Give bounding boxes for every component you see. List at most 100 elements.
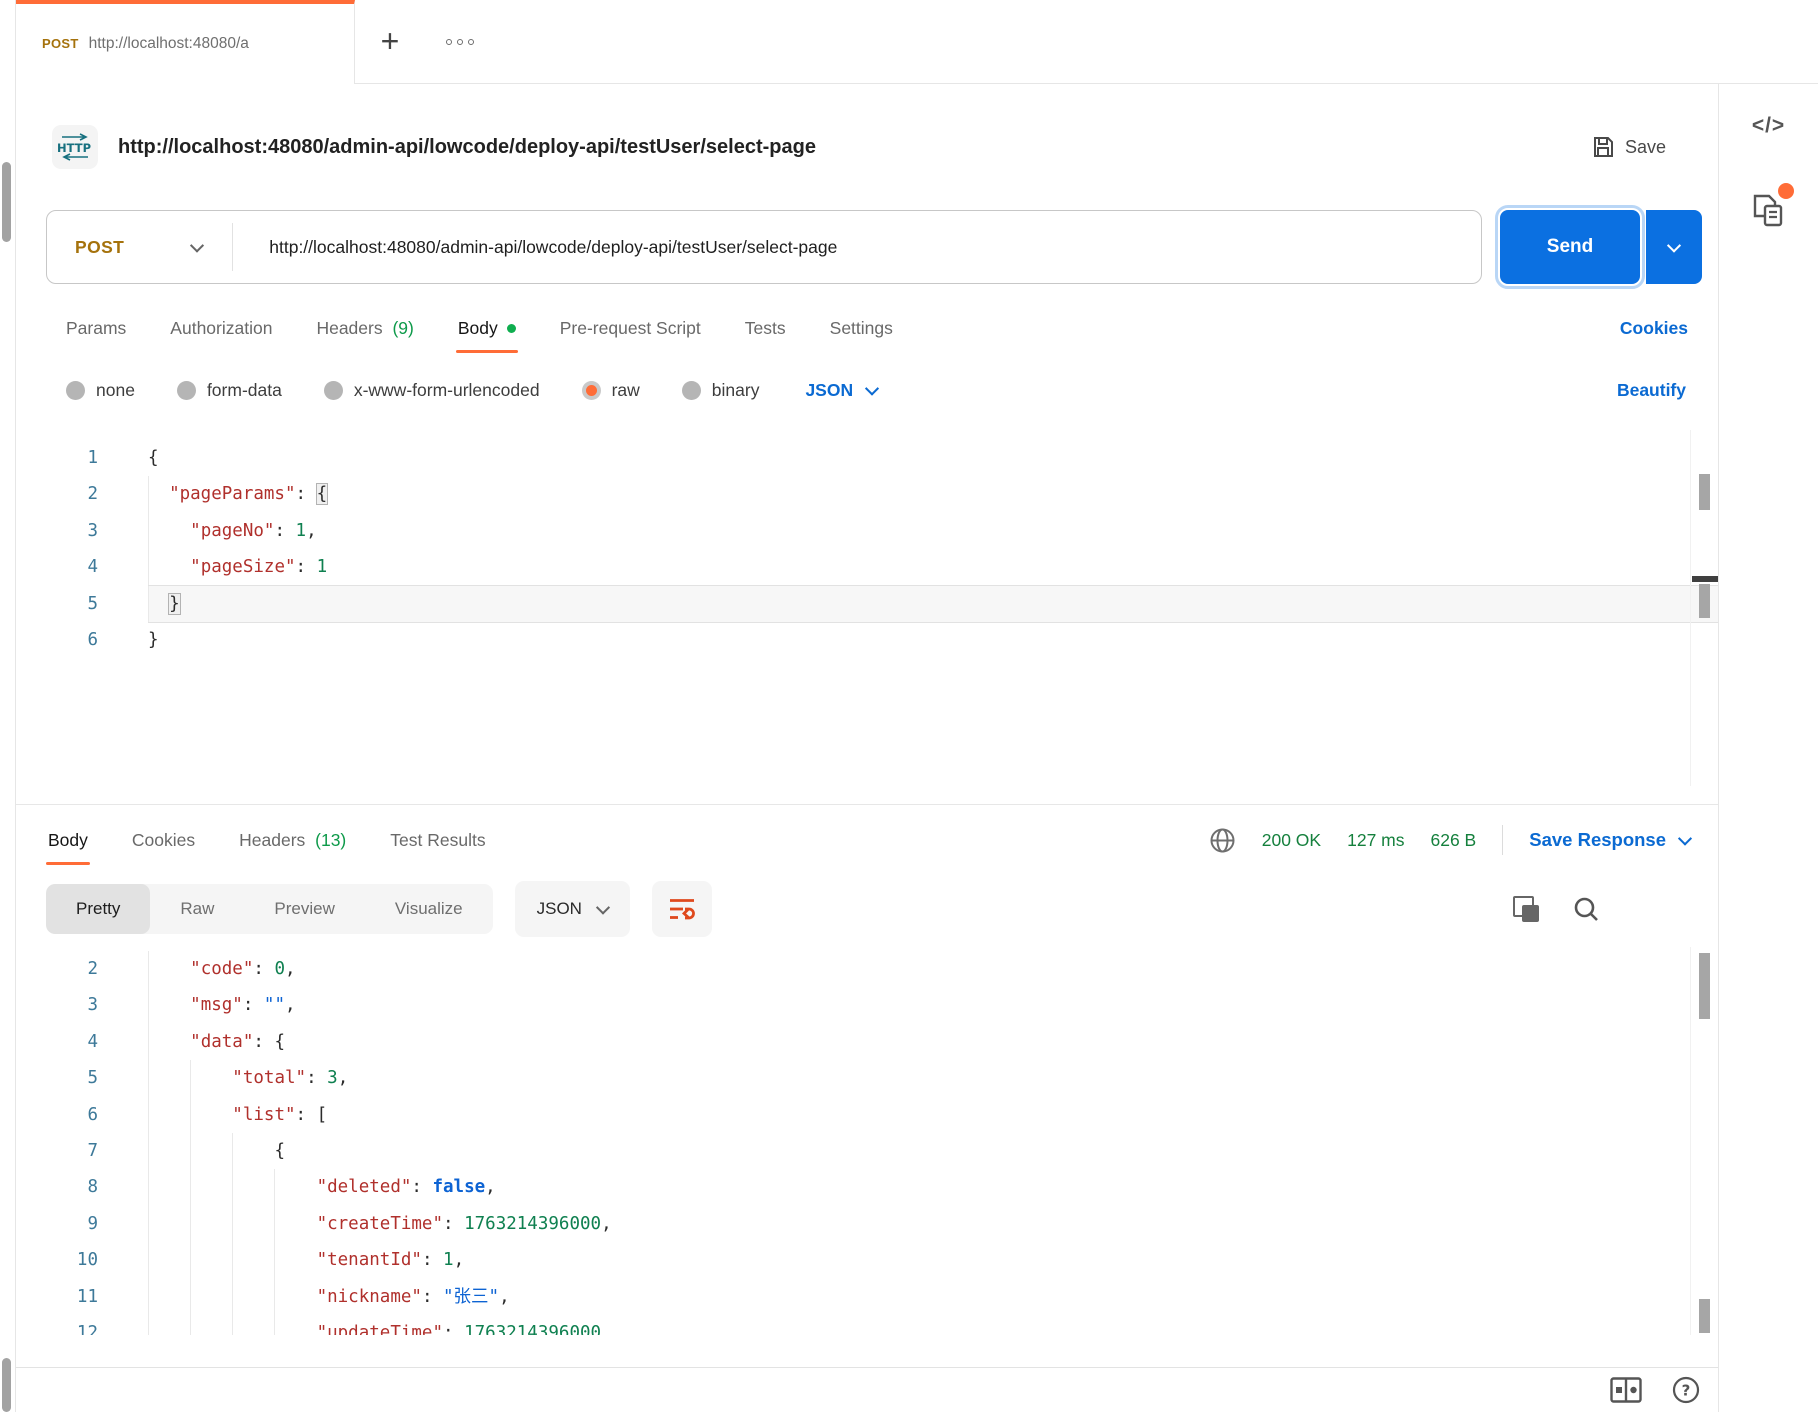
- request-body-editor[interactable]: 1{2 "pageParams": {3 "pageNo": 1, 4 "page…: [16, 430, 1718, 786]
- token-p: ,: [337, 1068, 349, 1089]
- indent-guide: [232, 1205, 234, 1243]
- word-wrap-icon: [669, 899, 695, 920]
- help-icon[interactable]: ?: [1672, 1376, 1700, 1404]
- code-line[interactable]: 3 "pageNo": 1,: [16, 512, 1718, 550]
- body-mode-x-www-form-urlencoded[interactable]: x-www-form-urlencoded: [323, 380, 540, 401]
- status-badge[interactable]: 200 OK: [1262, 830, 1321, 851]
- token-k: "msg": [190, 995, 243, 1016]
- body-mode-form-data[interactable]: form-data: [176, 380, 282, 401]
- token-k: "data": [190, 1031, 254, 1052]
- code-line[interactable]: 3 "msg": "",: [16, 987, 1718, 1024]
- indent-guide: [232, 1169, 234, 1206]
- view-tab-pretty[interactable]: Pretty: [46, 884, 151, 934]
- view-tab-raw[interactable]: Raw: [150, 884, 244, 934]
- beautify-link[interactable]: Beautify: [1617, 380, 1686, 401]
- left-scrollbar-thumb-top[interactable]: [2, 162, 11, 242]
- body-mode-raw[interactable]: raw: [581, 380, 640, 401]
- code-line[interactable]: 12 "updateTime": 1763214396000,: [16, 1314, 1718, 1335]
- code-line[interactable]: 6}: [16, 622, 1718, 658]
- token-n: 1763214396000: [464, 1322, 602, 1335]
- request-editor-overview-ruler[interactable]: [1690, 430, 1718, 786]
- scrollbar-thumb[interactable]: [1699, 1299, 1710, 1333]
- response-tab-headers[interactable]: Headers (13): [237, 812, 348, 869]
- code-line[interactable]: 6 "list": [: [16, 1096, 1718, 1133]
- save-response-dropdown[interactable]: Save Response: [1529, 829, 1693, 851]
- request-tab-tests[interactable]: Tests: [743, 300, 788, 357]
- radio-icon: [581, 380, 601, 400]
- body-mode-binary[interactable]: binary: [681, 380, 759, 401]
- request-tab-body[interactable]: Body: [455, 300, 518, 357]
- globe-icon[interactable]: [1209, 827, 1236, 854]
- split-pane-layout-icon[interactable]: [1610, 1377, 1642, 1403]
- token-b: false: [432, 1177, 486, 1198]
- wrap-lines-button[interactable]: [651, 881, 712, 937]
- response-tab-test-results[interactable]: Test Results: [388, 812, 487, 869]
- token-pm: }: [168, 592, 181, 615]
- response-tab-body[interactable]: Body: [46, 812, 90, 869]
- send-options-button[interactable]: [1646, 210, 1702, 284]
- copy-icon[interactable]: [1513, 896, 1539, 922]
- code-line[interactable]: 5 "total": 3,: [16, 1060, 1718, 1097]
- response-editor-scrollbar[interactable]: [1690, 947, 1718, 1335]
- code-line[interactable]: 5 }: [16, 585, 1718, 622]
- left-scrollbar-thumb-bottom[interactable]: [2, 1358, 11, 1412]
- token-p: {: [274, 1140, 285, 1161]
- code-line[interactable]: 8 "deleted": false,: [16, 1169, 1718, 1206]
- indent-guide: [148, 951, 149, 988]
- response-body-editor[interactable]: 2 "code": 0, 3 "msg": "", 4 "data": {5 "to…: [16, 947, 1718, 1335]
- token-p: :: [295, 557, 317, 578]
- indent-guide: [148, 987, 149, 1024]
- method-dropdown[interactable]: POST: [47, 237, 232, 258]
- code-snippet-icon[interactable]: </>: [1752, 114, 1785, 138]
- code-text: }: [148, 622, 1718, 658]
- search-icon[interactable]: [1573, 896, 1600, 923]
- active-request-tab[interactable]: POST http://localhost:48080/a: [16, 0, 355, 84]
- body-mode-none[interactable]: none: [66, 380, 135, 401]
- code-line[interactable]: 10 "tenantId": 1,: [16, 1242, 1718, 1279]
- request-tab-authorization[interactable]: Authorization: [168, 300, 274, 357]
- runner-panel-button[interactable]: [1752, 183, 1794, 233]
- code-line[interactable]: 2 "pageParams": {: [16, 476, 1718, 513]
- tab-options-kebab-icon[interactable]: [425, 0, 495, 83]
- response-size[interactable]: 626 B: [1431, 830, 1477, 851]
- code-line[interactable]: 11 "nickname": "张三",: [16, 1278, 1718, 1315]
- token-p: [: [316, 1104, 328, 1125]
- response-tab-cookies[interactable]: Cookies: [130, 812, 197, 869]
- svg-text:?: ?: [1682, 1382, 1691, 1400]
- token-p: :: [295, 1104, 317, 1125]
- token-s: "": [263, 995, 285, 1016]
- code-line[interactable]: 9 "createTime": 1763214396000,: [16, 1205, 1718, 1243]
- view-tab-visualize[interactable]: Visualize: [365, 884, 493, 934]
- tab-label: Authorization: [170, 317, 273, 338]
- scrollbar-thumb[interactable]: [1699, 953, 1710, 1019]
- code-line[interactable]: 7 {: [16, 1132, 1718, 1170]
- token-ws: [148, 959, 190, 979]
- request-tab-pre-request-script[interactable]: Pre-request Script: [558, 300, 703, 357]
- radio-icon: [176, 380, 196, 400]
- view-tab-preview[interactable]: Preview: [244, 884, 364, 934]
- code-line[interactable]: 4 "pageSize": 1: [16, 549, 1718, 586]
- token-ws: [148, 594, 169, 614]
- send-button[interactable]: Send: [1495, 205, 1645, 289]
- request-tab-params[interactable]: Params: [64, 300, 128, 357]
- new-tab-button[interactable]: +: [355, 0, 425, 83]
- body-language-dropdown[interactable]: JSON: [805, 380, 880, 401]
- indent-guide: [190, 1132, 192, 1170]
- code-line[interactable]: 1{: [16, 440, 1718, 476]
- token-ws: [148, 1032, 190, 1052]
- response-time[interactable]: 127 ms: [1347, 830, 1404, 851]
- response-view-segmented-control: Pretty Raw Preview Visualize: [46, 884, 493, 934]
- indent-guide: [148, 1023, 149, 1061]
- save-button[interactable]: Save: [1591, 135, 1666, 159]
- indent-guide: [148, 1205, 149, 1243]
- response-language-dropdown[interactable]: JSON: [514, 881, 630, 937]
- url-input[interactable]: http://localhost:48080/admin-api/lowcode…: [233, 237, 837, 258]
- code-line[interactable]: 4 "data": {: [16, 1023, 1718, 1061]
- radio-icon: [66, 380, 85, 400]
- cookies-link[interactable]: Cookies: [1620, 318, 1688, 339]
- code-text: "list": [: [148, 1096, 1718, 1133]
- token-p: ,: [499, 1286, 510, 1307]
- request-tab-settings[interactable]: Settings: [828, 300, 895, 357]
- code-line[interactable]: 2 "code": 0,: [16, 951, 1718, 988]
- request-tab-headers[interactable]: Headers (9): [314, 300, 415, 357]
